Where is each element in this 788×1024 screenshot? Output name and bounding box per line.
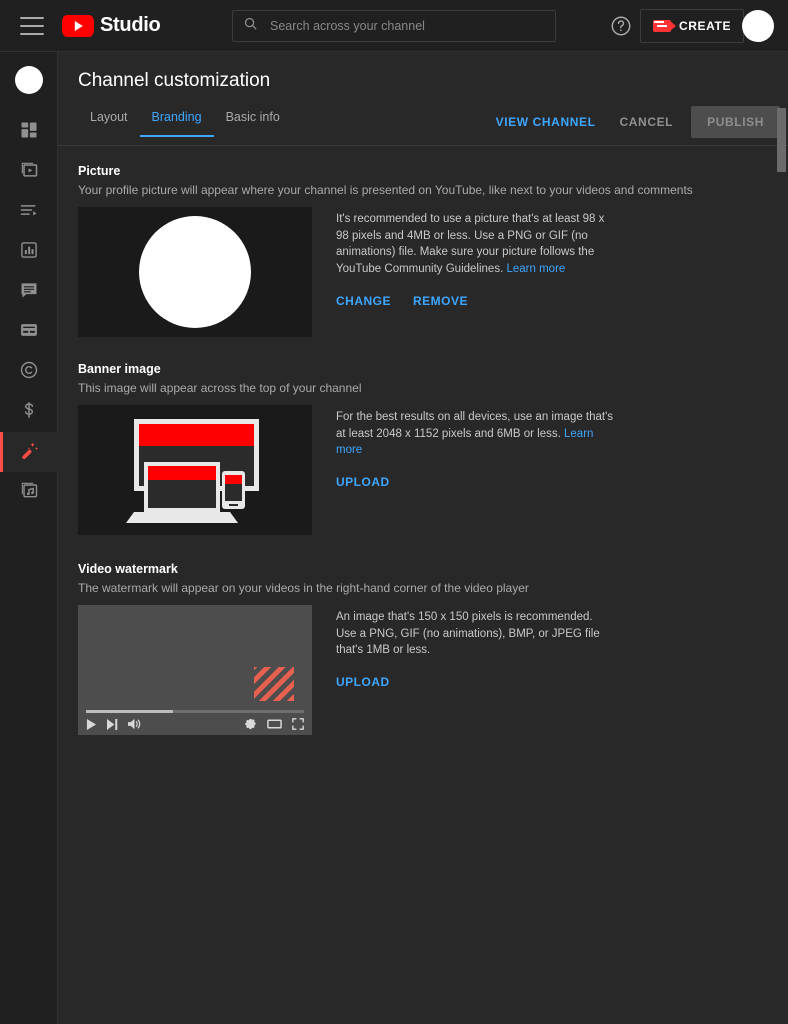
theater-mode-icon[interactable] bbox=[267, 718, 282, 730]
brand-text: Studio bbox=[100, 14, 161, 36]
watermark-title: Video watermark bbox=[78, 562, 178, 576]
picture-subtitle: Your profile picture will appear where y… bbox=[78, 183, 693, 197]
section-watermark: Video watermark The watermark will appea… bbox=[78, 562, 788, 735]
upload-banner-button[interactable]: UPLOAD bbox=[336, 475, 390, 489]
dashboard-icon bbox=[19, 120, 39, 145]
remove-picture-button[interactable]: REMOVE bbox=[413, 294, 468, 308]
banner-subtitle: This image will appear across the top of… bbox=[78, 381, 362, 395]
cancel-button[interactable]: CANCEL bbox=[608, 107, 686, 137]
content-video-icon bbox=[19, 160, 39, 185]
studio-logo[interactable]: Studio bbox=[62, 14, 161, 37]
section-picture: Picture Your profile picture will appear… bbox=[78, 164, 788, 337]
sidebar-item-playlists[interactable] bbox=[0, 192, 58, 232]
watermark-placeholder bbox=[254, 667, 294, 701]
change-picture-button[interactable]: CHANGE bbox=[336, 294, 391, 308]
sidebar-item-comments[interactable] bbox=[0, 272, 58, 312]
picture-learn-more-link[interactable]: Learn more bbox=[506, 263, 565, 275]
top-header: Studio CREATE bbox=[0, 0, 788, 52]
playlists-icon bbox=[19, 200, 39, 225]
create-button-label: CREATE bbox=[679, 19, 732, 33]
copyright-icon bbox=[19, 360, 39, 385]
page-actions: VIEW CHANNEL CANCEL PUBLISH bbox=[484, 106, 780, 138]
search-input[interactable] bbox=[270, 19, 545, 33]
section-banner: Banner image This image will appear acro… bbox=[78, 362, 788, 535]
create-button[interactable]: CREATE bbox=[640, 9, 745, 43]
sidebar-item-audio-library[interactable] bbox=[0, 472, 58, 512]
profile-picture-circle bbox=[139, 216, 251, 328]
tab-branding[interactable]: Branding bbox=[139, 110, 214, 137]
sidebar-item-analytics[interactable] bbox=[0, 232, 58, 272]
search-bar[interactable] bbox=[232, 10, 556, 42]
picture-title: Picture bbox=[78, 164, 121, 178]
profile-picture-preview[interactable] bbox=[78, 207, 312, 337]
sidebar-item-content[interactable] bbox=[0, 152, 58, 192]
watermark-description: An image that's 150 x 150 pixels is reco… bbox=[336, 611, 600, 657]
volume-icon[interactable] bbox=[128, 718, 141, 730]
magic-wand-icon bbox=[19, 439, 40, 465]
youtube-logo-icon bbox=[62, 14, 94, 37]
gear-icon[interactable] bbox=[245, 718, 257, 730]
banner-image-preview[interactable] bbox=[78, 405, 312, 535]
account-avatar[interactable] bbox=[742, 10, 774, 42]
fullscreen-icon[interactable] bbox=[292, 718, 304, 730]
search-icon bbox=[243, 16, 258, 36]
video-player-watermark-preview[interactable] bbox=[78, 605, 312, 735]
monetization-dollar-icon bbox=[19, 400, 39, 425]
sidebar-item-copyright[interactable] bbox=[0, 352, 58, 392]
channel-avatar[interactable] bbox=[14, 66, 43, 94]
tab-layout[interactable]: Layout bbox=[78, 110, 140, 136]
sidebar-item-earn[interactable] bbox=[0, 392, 58, 432]
page-title: Channel customization bbox=[78, 70, 271, 91]
tab-bar: Layout Branding Basic info VIEW CHANNEL … bbox=[58, 106, 788, 146]
player-controls bbox=[78, 713, 312, 735]
help-circle-icon[interactable] bbox=[610, 15, 632, 42]
audio-library-icon bbox=[19, 480, 39, 505]
sidebar-item-customization[interactable] bbox=[0, 432, 58, 472]
left-sidebar bbox=[0, 52, 58, 1024]
sidebar-item-dashboard[interactable] bbox=[0, 112, 58, 152]
watermark-subtitle: The watermark will appear on your videos… bbox=[78, 581, 529, 595]
tab-basic-info[interactable]: Basic info bbox=[214, 110, 292, 136]
vertical-scrollbar-thumb[interactable] bbox=[777, 108, 786, 172]
play-icon[interactable] bbox=[86, 718, 97, 730]
subtitles-icon bbox=[19, 320, 39, 345]
banner-devices-illustration bbox=[126, 419, 259, 523]
view-channel-button[interactable]: VIEW CHANNEL bbox=[484, 107, 608, 137]
comments-bubble-icon bbox=[19, 280, 39, 305]
hamburger-icon[interactable] bbox=[20, 16, 44, 35]
banner-title: Banner image bbox=[78, 362, 161, 376]
main-content: Channel customization Layout Branding Ba… bbox=[58, 52, 788, 1024]
next-track-icon[interactable] bbox=[107, 718, 118, 730]
publish-button[interactable]: PUBLISH bbox=[691, 106, 780, 138]
upload-watermark-button[interactable]: UPLOAD bbox=[336, 675, 390, 689]
sidebar-item-subtitles[interactable] bbox=[0, 312, 58, 352]
analytics-bar-chart-icon bbox=[19, 240, 39, 265]
video-camera-plus-icon bbox=[653, 20, 676, 32]
